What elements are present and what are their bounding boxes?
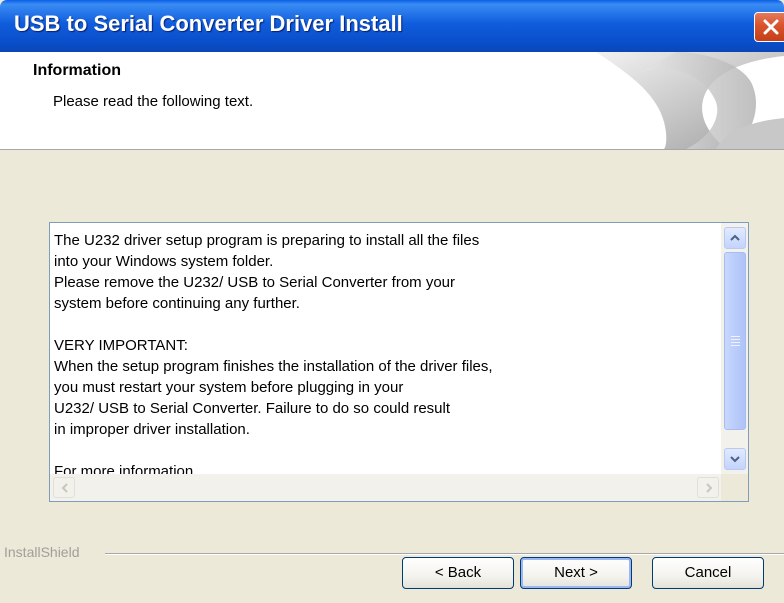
text-line: you must restart your system before plug… bbox=[54, 379, 404, 396]
text-line: in improper driver installation. bbox=[54, 421, 250, 438]
text-line: system before continuing any further. bbox=[54, 295, 300, 312]
scroll-down-button[interactable] bbox=[724, 448, 746, 470]
installshield-swoosh-graphic bbox=[596, 52, 784, 149]
chevron-up-icon bbox=[730, 234, 740, 241]
cancel-button[interactable]: Cancel bbox=[652, 557, 764, 589]
chevron-right-icon bbox=[706, 483, 713, 493]
scroll-up-button[interactable] bbox=[724, 227, 746, 249]
scroll-left-button[interactable] bbox=[53, 477, 75, 498]
window-title: USB to Serial Converter Driver Install bbox=[14, 11, 403, 36]
installshield-brand: InstallShield bbox=[4, 544, 86, 560]
text-line: Please remove the U232/ USB to Serial Co… bbox=[54, 274, 456, 291]
chevron-left-icon bbox=[61, 483, 68, 493]
readme-text-box[interactable]: The U232 driver setup program is prepari… bbox=[49, 222, 749, 502]
text-line-blank bbox=[54, 314, 714, 335]
wizard-header: Information Please read the following te… bbox=[0, 52, 784, 150]
text-line: into your Windows system folder. bbox=[54, 253, 274, 270]
text-line: VERY IMPORTANT: bbox=[54, 337, 188, 354]
page-subtitle: Please read the following text. bbox=[53, 93, 254, 110]
page-title: Information bbox=[33, 62, 121, 79]
close-x-icon bbox=[763, 19, 779, 35]
horizontal-scrollbar[interactable] bbox=[50, 474, 748, 501]
installer-window: USB to Serial Converter Driver Install I… bbox=[0, 0, 784, 603]
next-button[interactable]: Next > bbox=[520, 557, 632, 589]
text-line-blank bbox=[54, 440, 714, 461]
scroll-right-button[interactable] bbox=[697, 477, 719, 498]
close-button[interactable] bbox=[754, 12, 784, 42]
text-line: The U232 driver setup program is prepari… bbox=[54, 232, 480, 249]
scrollbar-corner bbox=[721, 474, 748, 501]
title-bar[interactable]: USB to Serial Converter Driver Install bbox=[0, 0, 784, 52]
vertical-scrollbar[interactable] bbox=[721, 223, 748, 474]
text-line: When the setup program finishes the inst… bbox=[54, 358, 493, 375]
chevron-down-icon bbox=[730, 456, 740, 463]
readme-text: The U232 driver setup program is prepari… bbox=[54, 230, 714, 482]
vertical-scroll-thumb[interactable] bbox=[724, 252, 746, 430]
footer-separator bbox=[105, 553, 784, 555]
text-line: U232/ USB to Serial Converter. Failure t… bbox=[54, 400, 451, 417]
back-button[interactable]: < Back bbox=[402, 557, 514, 589]
